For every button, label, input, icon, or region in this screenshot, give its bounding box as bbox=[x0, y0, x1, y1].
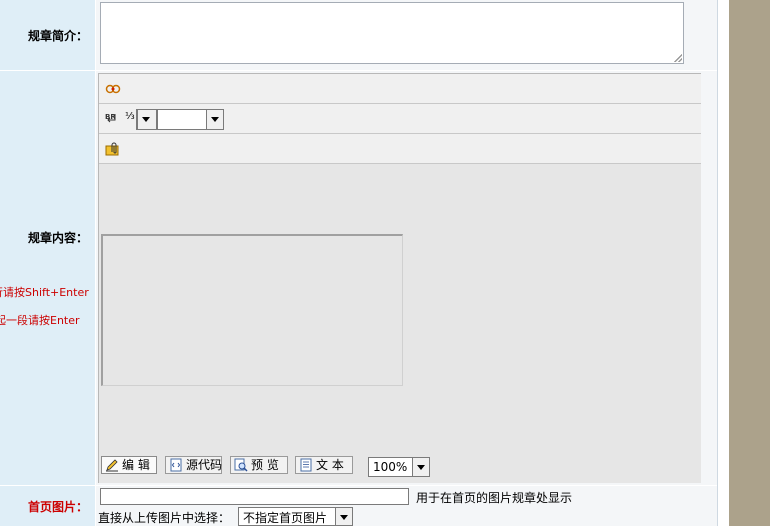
mode-tab-label: 文 本 bbox=[316, 458, 344, 472]
format-dropdown-small[interactable] bbox=[136, 109, 157, 130]
image-label: 首页图片： bbox=[27, 500, 88, 514]
select-uploaded-label: 直接从上传图片中选择： bbox=[98, 511, 231, 525]
chevron-down-icon bbox=[206, 110, 223, 129]
mode-tab-preview[interactable]: 预 览 bbox=[230, 456, 288, 474]
mode-tab-edit[interactable]: 编 辑 bbox=[101, 456, 157, 474]
uploaded-image-select[interactable]: 不指定首页图片 bbox=[238, 507, 353, 526]
mode-tab-text[interactable]: 文 本 bbox=[295, 456, 353, 474]
line-break-icon[interactable]: BR bbox=[105, 112, 121, 126]
row-divider bbox=[0, 485, 718, 486]
content-label: 规章内容： bbox=[27, 231, 88, 245]
chevron-down-icon bbox=[335, 508, 352, 525]
uploaded-image-select-value: 不指定首页图片 bbox=[243, 511, 328, 525]
chevron-down-icon bbox=[137, 110, 156, 129]
rich-text-editor: BR ⅓ 编 辑 源代码 预 览 文 本 100% bbox=[98, 73, 701, 483]
zoom-select[interactable]: 100% bbox=[368, 457, 430, 477]
homepage-image-hint: 用于在首页的图片规章处显示 bbox=[416, 491, 573, 505]
editor-toolbar-row-2: BR ⅓ bbox=[99, 104, 701, 134]
row-divider bbox=[0, 70, 718, 71]
preview-icon bbox=[234, 458, 248, 472]
editor-toolbar-row-1 bbox=[99, 74, 701, 104]
source-code-icon bbox=[170, 458, 182, 472]
mode-tab-label: 源代码 bbox=[186, 458, 223, 472]
text-document-icon bbox=[300, 458, 312, 472]
summary-label: 规章简介： bbox=[27, 29, 88, 43]
mode-tab-label: 预 览 bbox=[251, 458, 279, 472]
mode-tab-label: 编 辑 bbox=[122, 458, 150, 472]
page-side-background bbox=[729, 0, 770, 526]
shift-enter-hint: 行请按Shift+Enter bbox=[0, 286, 89, 299]
table-border bbox=[717, 0, 718, 526]
editor-content-area[interactable] bbox=[101, 234, 403, 386]
chevron-down-icon bbox=[412, 458, 429, 476]
zoom-value: 100% bbox=[373, 460, 408, 474]
attachment-icon[interactable] bbox=[105, 142, 121, 156]
mode-tab-source[interactable]: 源代码 bbox=[165, 456, 222, 474]
format-dropdown[interactable] bbox=[157, 109, 224, 130]
summary-textarea[interactable] bbox=[100, 2, 684, 64]
form-label-column bbox=[0, 0, 95, 526]
fraction-icon[interactable]: ⅓ bbox=[125, 111, 135, 122]
resize-grip-icon[interactable] bbox=[674, 54, 682, 62]
toolbar-special-icon[interactable] bbox=[105, 82, 121, 96]
edit-pencil-icon bbox=[106, 459, 118, 472]
enter-hint: 另起一段请按Enter bbox=[0, 314, 80, 327]
homepage-image-input[interactable] bbox=[100, 488, 409, 505]
editor-toolbar-row-3 bbox=[99, 134, 701, 164]
